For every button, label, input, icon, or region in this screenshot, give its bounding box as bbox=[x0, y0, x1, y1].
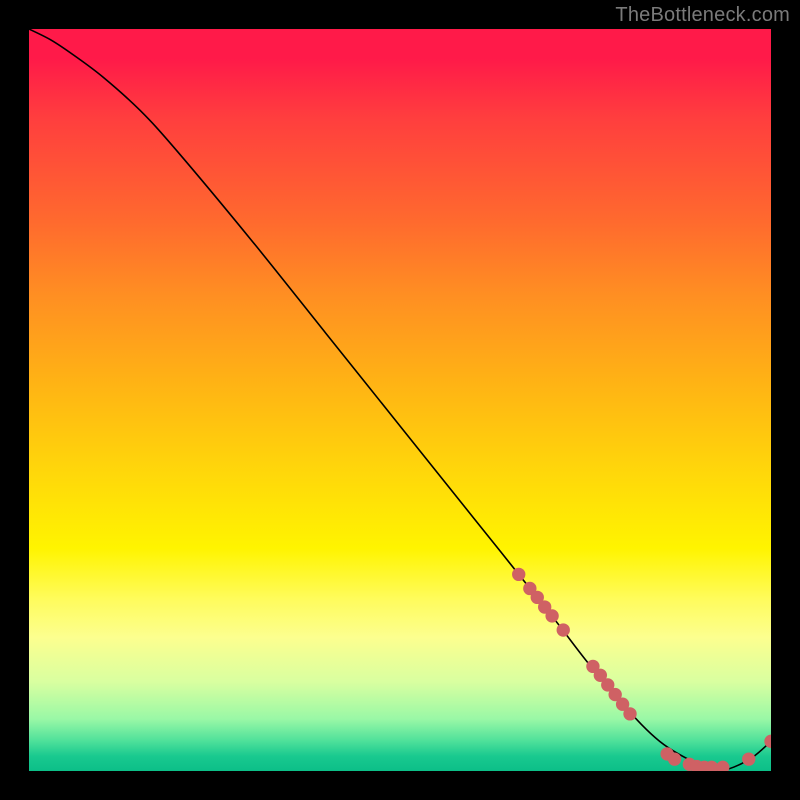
plot-area bbox=[29, 29, 771, 771]
watermark-text: TheBottleneck.com bbox=[615, 4, 790, 27]
curve-marker bbox=[623, 707, 636, 720]
chart-stage: TheBottleneck.com bbox=[0, 0, 800, 800]
curve-marker bbox=[512, 568, 525, 581]
curve-marker bbox=[557, 623, 570, 636]
chart-svg bbox=[29, 29, 771, 771]
curve-marker bbox=[716, 761, 729, 771]
curve-marker bbox=[742, 752, 755, 765]
curve-line bbox=[29, 29, 771, 771]
curve-markers bbox=[512, 568, 771, 771]
curve-marker bbox=[545, 609, 558, 622]
curve-marker bbox=[668, 752, 681, 765]
